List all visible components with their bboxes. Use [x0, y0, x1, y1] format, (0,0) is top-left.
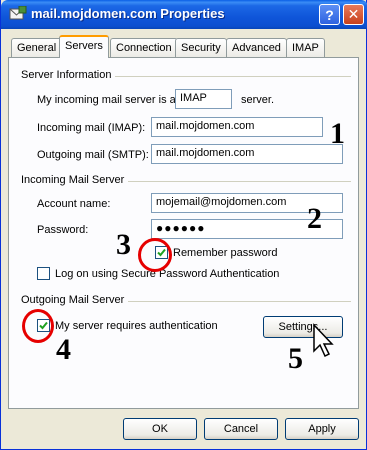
tab-label: IMAP	[292, 42, 319, 54]
properties-dialog: mail.mojdomen.com Properties ? ✕ General…	[0, 0, 367, 450]
incoming-type-suffix: server.	[241, 94, 275, 106]
cancel-button-label: Cancel	[223, 423, 259, 435]
tab-security[interactable]: Security	[175, 38, 227, 57]
server-auth-label[interactable]: My server requires authentication	[55, 320, 218, 332]
tab-general[interactable]: General	[11, 38, 63, 57]
title-bar[interactable]: mail.mojdomen.com Properties ? ✕	[1, 0, 367, 29]
tab-connection[interactable]: Connection	[110, 38, 178, 57]
tab-label: Connection	[116, 42, 172, 54]
tab-label: Advanced	[232, 42, 281, 54]
annotation-circle-4	[22, 309, 54, 343]
cancel-button[interactable]: Cancel	[204, 418, 278, 440]
outgoing-mail-input[interactable]: mail.mojdomen.com	[151, 144, 343, 164]
outgoing-mail-label: Outgoing mail (SMTP):	[37, 149, 149, 161]
window-title: mail.mojdomen.com Properties	[31, 6, 225, 21]
account-name-label: Account name:	[37, 198, 111, 210]
annotation-number-5: 5	[288, 342, 303, 375]
tab-label: General	[17, 42, 57, 54]
close-button[interactable]: ✕	[343, 4, 364, 25]
password-label: Password:	[37, 224, 89, 236]
annotation-number-4: 4	[56, 333, 71, 366]
mouse-pointer-icon	[313, 323, 334, 358]
mail-account-icon	[9, 5, 27, 21]
help-button[interactable]: ?	[319, 4, 340, 25]
tab-label: Servers	[65, 40, 103, 52]
server-info-heading: Server Information	[21, 69, 116, 81]
annotation-number-3: 3	[116, 228, 131, 261]
incoming-server-heading: Incoming Mail Server	[21, 174, 129, 186]
incoming-type-field: IMAP	[175, 89, 232, 109]
close-icon: ✕	[347, 6, 360, 22]
annotation-number-1: 1	[330, 117, 345, 150]
tab-imap[interactable]: IMAP	[286, 38, 325, 57]
incoming-mail-label: Incoming mail (IMAP):	[37, 122, 146, 134]
annotation-circle-3	[138, 238, 172, 272]
apply-button[interactable]: Apply	[285, 418, 359, 440]
help-icon: ?	[325, 6, 334, 23]
spa-label[interactable]: Log on using Secure Password Authenticat…	[55, 268, 279, 280]
tab-servers[interactable]: Servers	[59, 35, 109, 58]
ok-button-label: OK	[152, 423, 168, 435]
tab-label: Security	[181, 42, 221, 54]
ok-button[interactable]: OK	[123, 418, 197, 440]
incoming-type-prefix: My incoming mail server is a	[37, 94, 176, 106]
remember-password-label[interactable]: Remember password	[173, 247, 278, 259]
apply-button-label: Apply	[308, 423, 336, 435]
outgoing-server-heading: Outgoing Mail Server	[21, 294, 129, 306]
annotation-number-2: 2	[307, 202, 322, 235]
tab-advanced[interactable]: Advanced	[226, 38, 287, 57]
spa-checkbox[interactable]	[37, 267, 50, 280]
incoming-mail-input[interactable]: mail.mojdomen.com	[151, 117, 323, 137]
